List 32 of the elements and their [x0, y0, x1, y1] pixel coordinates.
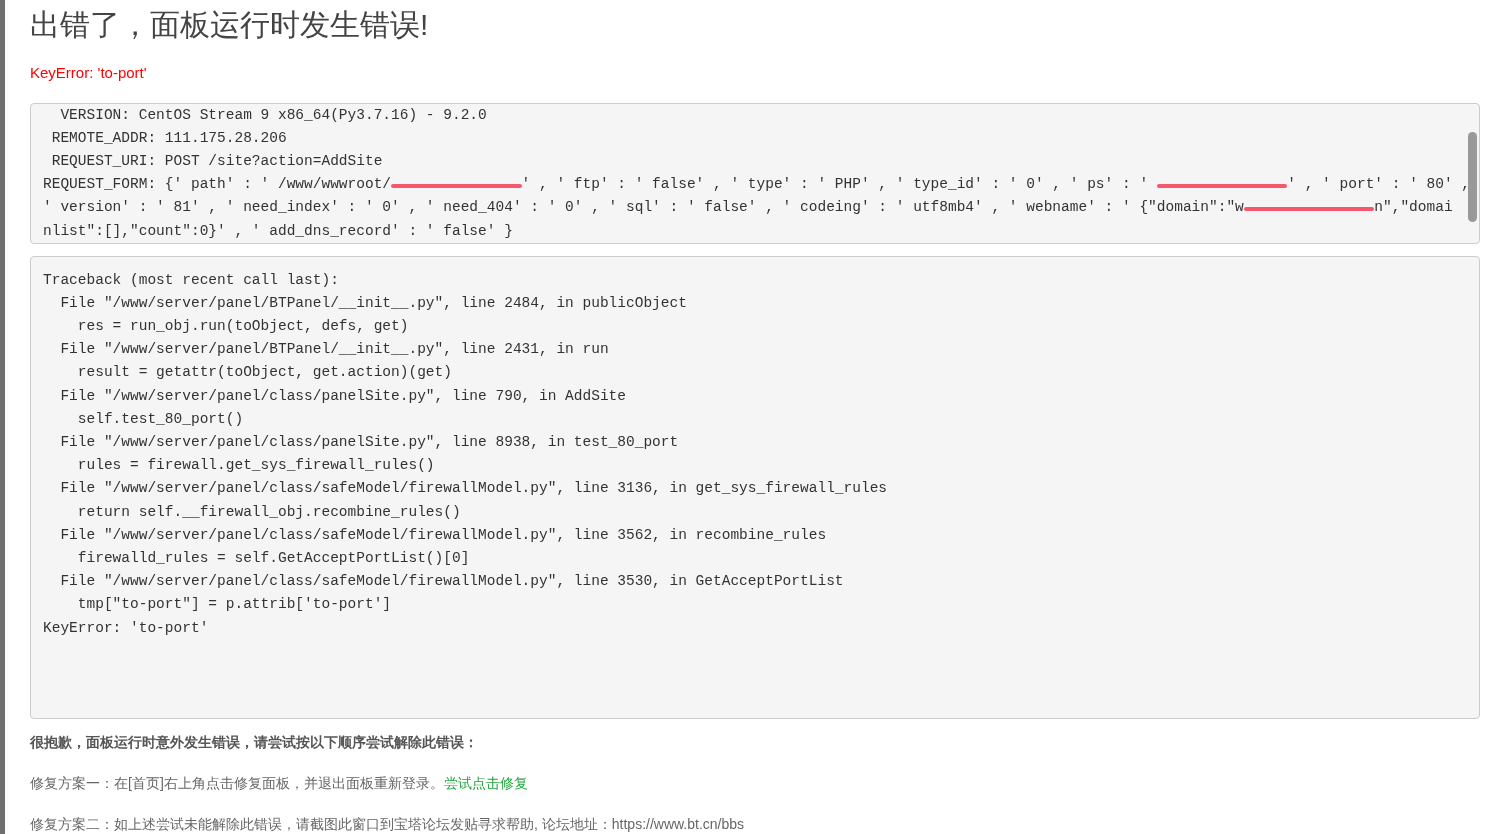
code-line: File "/www/server/panel/class/safeModel/firewallModel.py", line 3562, in recombine_rules [59, 525, 827, 545]
code-line: File "/www/server/panel/class/safeModel/firewallModel.py", line 3530, in GetAcceptPortList [59, 572, 844, 592]
code-line: return self.__firewall_obj.recombine_rules() [76, 502, 461, 522]
code-line: tmp["to-port"] = p.attrib['to-port'] [76, 595, 392, 615]
scrollbar-thumb[interactable] [1468, 131, 1477, 222]
solution-text: 修复方案二：如上述尝试未能解除此错误，请截图此窗口到宝塔论坛发贴寻求帮助, 论坛地址：https://www.bt.cn/bbs [30, 815, 745, 832]
code-text: ' version' : ' 81' , ' need_index' : ' 0' , ' need_404' : ' 0' , ' sql' : ' false' , ' codeing' : ' utf8mb4' , ' webname' : ' {"domain":"w [43, 199, 1244, 216]
code-line: File "/www/server/panel/class/panelSite.py", line 790, in AddSite [59, 386, 626, 406]
code-text: ' , ' ftp' : ' false' , ' type' : ' PHP' , ' type_id' : ' 0' , ' ps' : ' [521, 176, 1150, 193]
code-line: File "/www/server/panel/BTPanel/__init__.py", line 2431, in run [59, 340, 609, 360]
code-text: nlist":[],"count":0}' , ' add_dns_record' : ' false' } [43, 222, 513, 239]
code-text: REQUEST_FORM: {' path' : ' /www/wwwroot/ [43, 176, 392, 193]
page-title: 出错了，面板运行时发生错误! [30, 7, 430, 43]
repair-link[interactable]: 尝试点击修复 [443, 774, 528, 791]
code-text: REMOTE_ADDR: 111.175.28.206 [50, 129, 287, 146]
code-text: n","domai [1374, 199, 1453, 216]
code-line: Traceback (most recent call last): [43, 270, 339, 290]
code-line: res = run_obj.run(toObject, defs, get) [76, 316, 409, 336]
code-line: File "/www/server/panel/BTPanel/__init__.py", line 2484, in publicObject [59, 293, 687, 313]
code-line: result = getattr(toObject, get.action)(get) [76, 363, 452, 383]
code-text: ' , ' port' : ' 80' , [1287, 176, 1471, 193]
code-line: firewalld_rules = self.GetAcceptPortList()[0] [76, 548, 470, 568]
apology-text: 很抱歉，面板运行时意外发生错误，请尝试按以下顺序尝试解除此错误： [30, 732, 479, 752]
solution-text: 修复方案一：在[首页]右上角点击修复面板，并退出面板重新登录。 [30, 774, 444, 791]
error-message: KeyError: 'to-port' [30, 63, 148, 83]
code-text: VERSION: CentOS Stream 9 x86_64(Py3.7.16) - 9.2.0 [59, 106, 487, 123]
code-line: File "/www/server/panel/class/panelSite.py", line 8938, in test_80_port [59, 432, 679, 452]
code-line: rules = firewall.get_sys_firewall_rules() [76, 456, 435, 476]
code-line: File "/www/server/panel/class/safeModel/firewallModel.py", line 3136, in get_sys_firewall_rules [59, 479, 888, 499]
code-line: KeyError: 'to-port' [43, 618, 209, 638]
code-text: REQUEST_URI: POST /site?action=AddSite [50, 152, 383, 169]
code-line: self.test_80_port() [76, 409, 244, 429]
